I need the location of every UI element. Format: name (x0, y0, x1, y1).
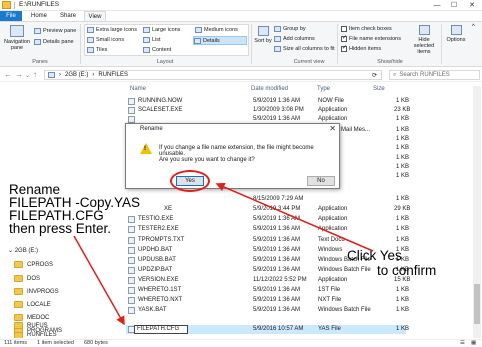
arrow-to-rename-field (73, 235, 125, 326)
annotation-arrows (73, 182, 374, 326)
arrow-to-yes-button (215, 182, 374, 252)
status-item-count: 111 items (4, 340, 28, 346)
status-bytes: 680 bytes (84, 340, 108, 346)
status-bar: 111 items 1 item selected 680 bytes ☰ ▦ (0, 339, 482, 347)
status-selected: 1 item selected (37, 340, 74, 346)
details-view-icon[interactable]: ☰ (460, 340, 465, 346)
large-icons-view-icon[interactable]: ▦ (471, 340, 476, 346)
